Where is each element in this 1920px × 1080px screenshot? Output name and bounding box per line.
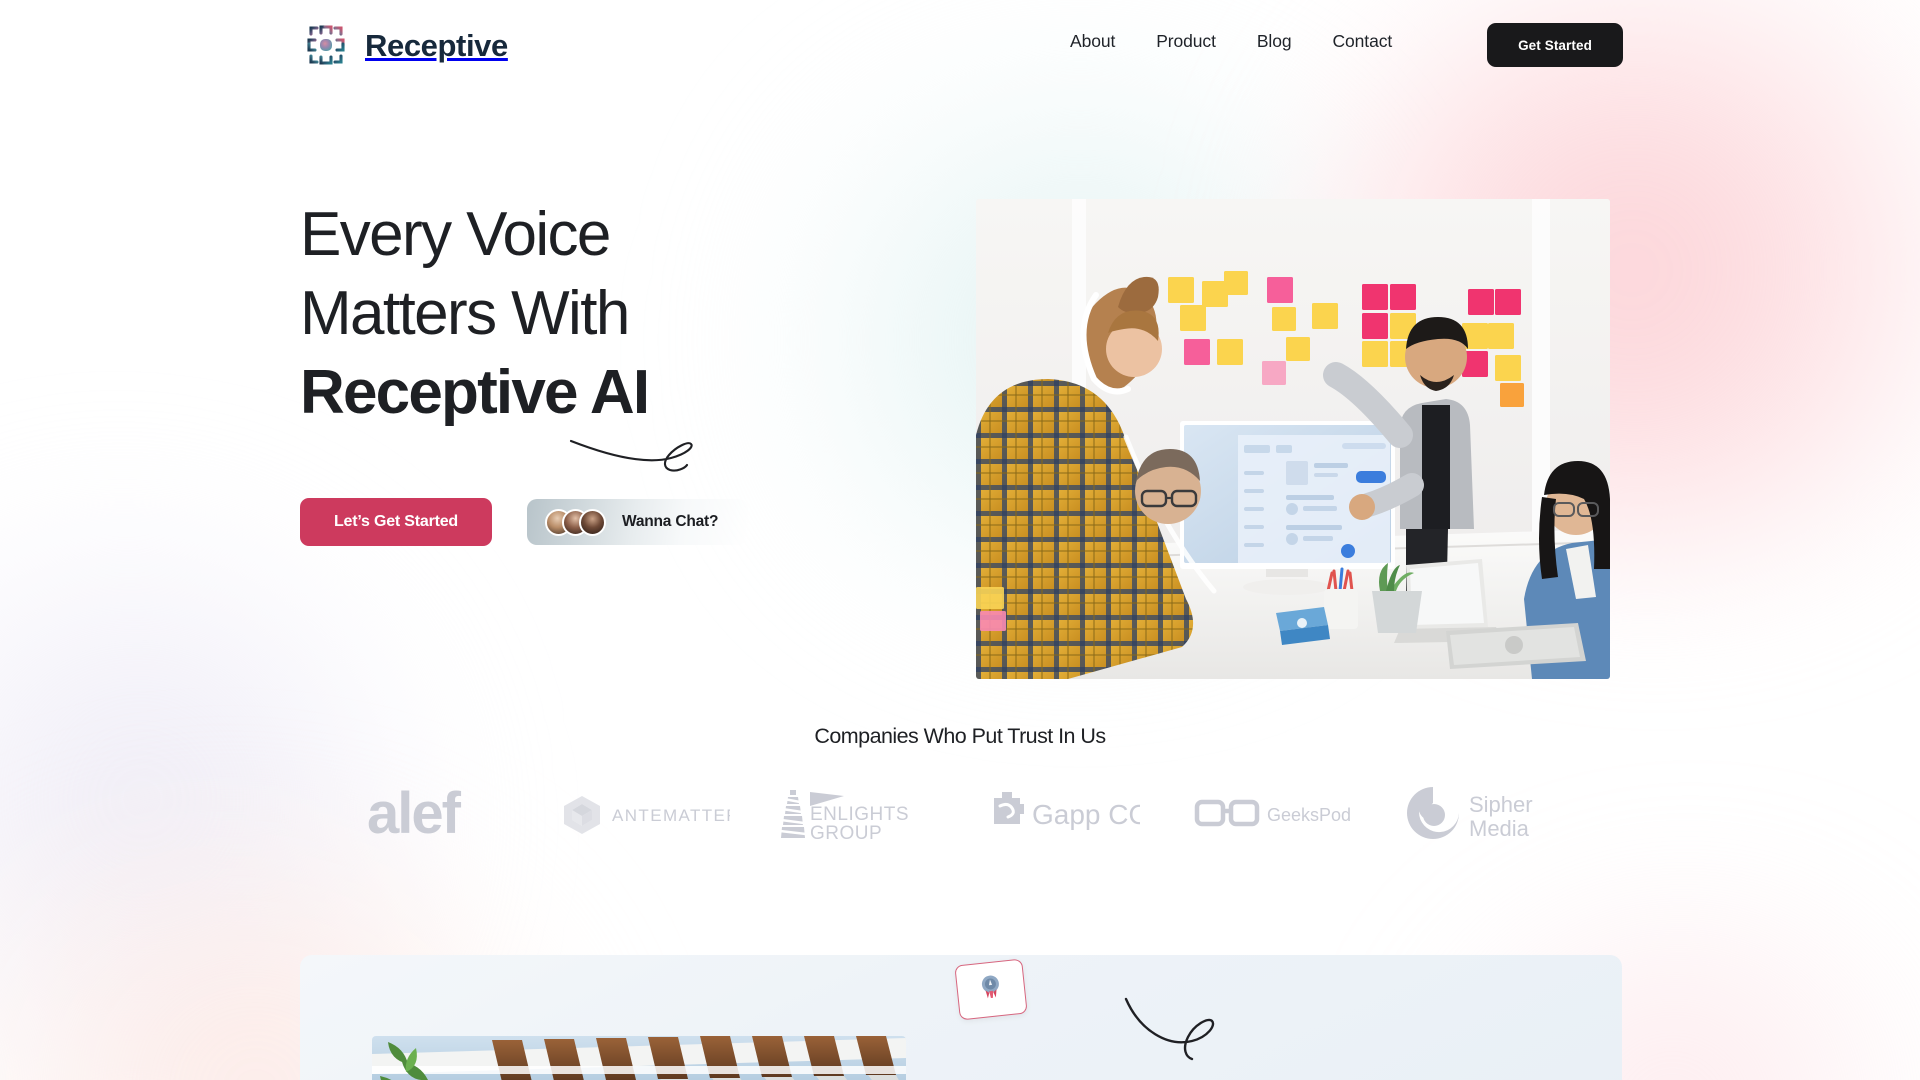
client-logo-geekspod: GeeksPod: [1170, 794, 1380, 834]
avatar: [579, 508, 606, 536]
hero-heading: Every Voice Matters With Receptive AI: [300, 195, 820, 432]
hero-copy: Every Voice Matters With Receptive AI: [300, 195, 820, 432]
get-started-button[interactable]: Get Started: [1487, 23, 1623, 67]
wanna-chat-label: Wanna Chat?: [622, 513, 719, 530]
hero-actions: Let’s Get Started Wanna Chat?: [300, 498, 749, 546]
brand-logo[interactable]: Receptive: [299, 18, 508, 72]
main-nav: About Product Blog Contact: [1070, 31, 1392, 52]
geekspod-glasses-icon: GeeksPod: [1194, 799, 1351, 827]
nav-link-about[interactable]: About: [1070, 31, 1115, 52]
site-header: Receptive About Product Blog Contact Get…: [0, 0, 1920, 97]
hero-title-line-3: Receptive AI: [300, 358, 650, 427]
enlights-lighthouse-icon: ENLIGHTS GROUP: [780, 790, 909, 842]
client-logo-antematter: ANTEMATTER: [540, 792, 750, 836]
sipher-spiral-icon: Sipher Media: [1407, 787, 1533, 841]
svg-text:ANTEMATTER: ANTEMATTER: [612, 806, 730, 825]
client-logo-gapp-co: Gapp CO: [960, 792, 1170, 836]
hero-title-line-1: Every Voice: [300, 200, 611, 269]
nav-link-blog[interactable]: Blog: [1257, 31, 1292, 52]
hand-drawn-curved-arrow-icon: [1120, 985, 1250, 1065]
page-root: Receptive About Product Blog Contact Get…: [0, 0, 1920, 1080]
trust-title: Companies Who Put Trust In Us: [814, 724, 1106, 748]
enlights-line1: ENLIGHTS: [810, 804, 909, 825]
nav-link-contact[interactable]: Contact: [1333, 31, 1393, 52]
hero-title-line-2: Matters With: [300, 279, 630, 348]
client-logo-alef: alef alef: [330, 783, 540, 845]
hero-image: [976, 199, 1610, 679]
brand-name: Receptive: [365, 27, 508, 63]
sipher-line1: Sipher: [1469, 792, 1533, 817]
svg-text:Gapp CO: Gapp CO: [1032, 799, 1140, 830]
enlights-line2: GROUP: [810, 823, 882, 842]
sipher-line2: Media: [1469, 816, 1530, 841]
rocket-badge-icon: [976, 972, 1005, 1008]
antematter-cube-icon: ANTEMATTER: [564, 796, 730, 834]
hand-drawn-underline-swirl-icon: [567, 425, 707, 487]
avatar-group: [545, 508, 606, 536]
client-logo-row: alef alef ANTEMATTER: [0, 783, 1920, 845]
nav-link-product[interactable]: Product: [1156, 31, 1216, 52]
alef-wordmark-icon: alef: [367, 783, 464, 845]
lets-get-started-button[interactable]: Let’s Get Started: [300, 498, 492, 546]
rocket-badge-card[interactable]: [954, 958, 1028, 1021]
client-logo-enlights-group: ENLIGHTS GROUP: [750, 786, 960, 842]
chip-brackets-icon: [299, 18, 353, 72]
wanna-chat-pill[interactable]: Wanna Chat?: [527, 499, 749, 545]
client-logo-sipher-media: Sipher Media: [1380, 785, 1590, 843]
svg-text:alef: alef: [367, 783, 462, 845]
gapp-square-icon: Gapp CO: [994, 792, 1140, 830]
svg-text:GeeksPod: GeeksPod: [1267, 805, 1351, 825]
hero-section: Every Voice Matters With Receptive AI Le…: [0, 0, 1920, 700]
bottom-panel-image: [372, 1036, 906, 1080]
trust-section: Companies Who Put Trust In Us alef alef: [0, 724, 1920, 845]
